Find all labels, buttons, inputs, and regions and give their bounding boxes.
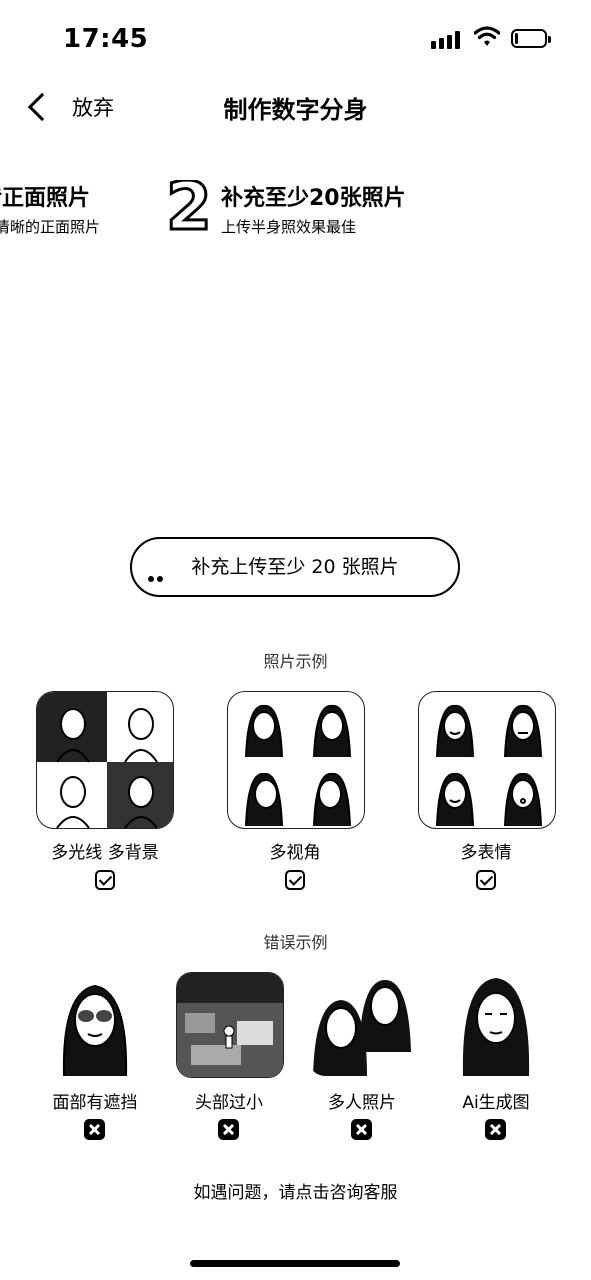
status-time: 17:45: [63, 24, 149, 54]
home-indicator[interactable]: [190, 1260, 400, 1267]
step-1-subtitle: 官清晰的正面照片: [0, 218, 101, 236]
bad-image-ai-generated: [443, 972, 549, 1076]
step-2-number: 2: [165, 180, 214, 245]
step-1-title: 传正面照片: [0, 186, 91, 211]
check-icon: [476, 870, 496, 890]
bad-label-ai-generated: Ai生成图: [462, 1093, 530, 1113]
upload-more-photos-button[interactable]: 补充上传至少 20 张照片: [130, 537, 460, 597]
close-icon: [84, 1119, 105, 1140]
page-title: 制作数字分身: [223, 96, 368, 124]
bad-label-face-covered: 面部有遮挡: [52, 1093, 138, 1113]
good-examples-heading: 照片示例: [263, 652, 328, 671]
step-2-card: 补充至少20张照片 上传半身照效果最佳: [221, 180, 406, 237]
customer-service-link[interactable]: 如遇问题，请点击咨询客服: [0, 1178, 591, 1203]
bad-image-head-too-small: [176, 972, 284, 1078]
step-2-subtitle: 上传半身照效果最佳: [221, 218, 357, 236]
example-label-multi-angle: 多视角: [269, 843, 321, 863]
battery-icon: [511, 29, 551, 48]
cellular-signal-icon: [431, 31, 460, 49]
bad-image-multiple-people: [309, 972, 415, 1076]
nav-bar: 放弃 制作数字分身: [0, 80, 591, 136]
dots-icon: [148, 548, 166, 604]
step-1-card: 传正面照片 官清晰的正面照片: [0, 180, 100, 237]
example-image-multi-angle: [227, 691, 365, 829]
step-2-title: 补充至少20张照片: [221, 186, 406, 211]
check-icon: [95, 870, 115, 890]
close-icon: [485, 1119, 506, 1140]
example-image-multi-light: [36, 691, 174, 829]
check-icon: [285, 870, 305, 890]
steps-carousel[interactable]: 传正面照片 官清晰的正面照片 2 补充至少20张照片 上传半身照效果最佳: [0, 180, 591, 260]
close-icon: [351, 1119, 372, 1140]
example-image-multi-expression: [418, 691, 556, 829]
upload-button-label: 补充上传至少 20 张照片: [191, 556, 399, 578]
close-icon: [218, 1119, 239, 1140]
bad-label-head-too-small: 头部过小: [195, 1093, 263, 1113]
bad-examples-heading: 错误示例: [263, 933, 328, 952]
status-bar: 17:45: [0, 0, 591, 80]
wifi-icon: [474, 26, 500, 46]
example-label-multi-expression: 多表情: [460, 843, 512, 863]
battery-level: [515, 33, 518, 44]
bad-label-multiple-people: 多人照片: [328, 1093, 396, 1113]
bad-image-face-covered: [42, 972, 148, 1076]
example-label-multi-light: 多光线 多背景: [51, 843, 159, 863]
